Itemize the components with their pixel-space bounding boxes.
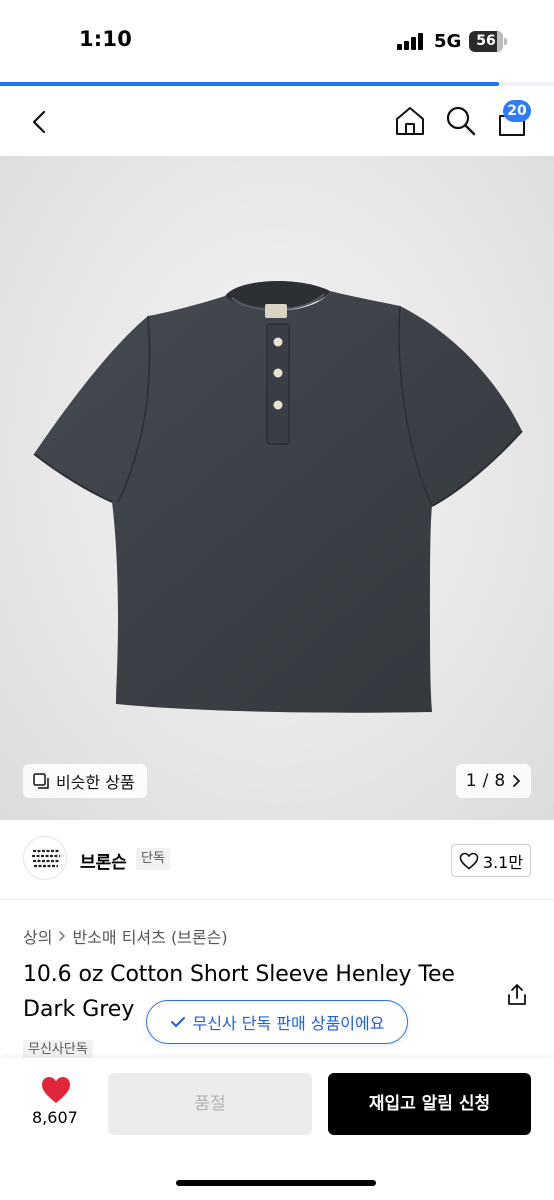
brand-logo-icon bbox=[32, 849, 60, 868]
search-button[interactable] bbox=[444, 104, 478, 138]
product-color: Dark Grey bbox=[23, 997, 135, 1022]
top-nav bbox=[0, 86, 554, 156]
chevron-right-icon bbox=[59, 931, 66, 941]
soldout-button: 품절 bbox=[108, 1073, 312, 1135]
back-button[interactable] bbox=[24, 106, 56, 138]
signal-icon bbox=[397, 33, 427, 50]
breadcrumb-category[interactable]: 상의 bbox=[23, 924, 52, 948]
chevron-left-icon bbox=[32, 110, 46, 134]
breadcrumb-subcategory[interactable]: 반소매 티셔츠 (브론슨) bbox=[72, 924, 227, 948]
product-title: 10.6 oz Cotton Short Sleeve Henley Tee bbox=[23, 962, 455, 987]
product-image-gallery[interactable]: 비슷한 상품 1 / 8 bbox=[0, 156, 554, 820]
check-icon bbox=[170, 1017, 185, 1027]
home-button[interactable] bbox=[393, 104, 427, 138]
musinsa-exclusive-tag: 무신사단독 bbox=[23, 1040, 93, 1060]
bottom-action-bar: 8,607 품절 재입고 알림 신청 bbox=[0, 1058, 554, 1200]
status-bar: 1:10 5G 56 bbox=[0, 0, 554, 84]
battery-icon: 56 bbox=[469, 31, 507, 52]
brand-like-button[interactable]: 3.1만 bbox=[451, 844, 531, 877]
similar-products-button[interactable]: 비슷한 상품 bbox=[23, 764, 147, 798]
home-icon bbox=[396, 107, 424, 135]
status-time: 1:10 bbox=[79, 27, 133, 51]
brand-exclusive-tag: 단독 bbox=[136, 848, 170, 870]
heart-outline-icon bbox=[459, 852, 479, 870]
home-indicator bbox=[176, 1180, 376, 1186]
pager-separator: / bbox=[482, 771, 489, 791]
breadcrumb: 상의 반소매 티셔츠 (브론슨) bbox=[23, 924, 228, 948]
product-photo bbox=[33, 280, 523, 713]
cart-count-badge: 20 bbox=[503, 100, 531, 122]
pager-current: 1 bbox=[465, 771, 477, 791]
similar-products-label: 비슷한 상품 bbox=[56, 773, 135, 792]
restock-alert-button[interactable]: 재입고 알림 신청 bbox=[328, 1073, 531, 1135]
battery-level: 56 bbox=[476, 33, 496, 49]
pager-total: 8 bbox=[494, 771, 506, 791]
network-label: 5G bbox=[434, 31, 462, 52]
brand-like-count: 3.1만 bbox=[482, 852, 524, 872]
image-pager[interactable]: 1 / 8 bbox=[456, 764, 531, 798]
brand-row[interactable]: 브론슨 단독 3.1만 bbox=[0, 820, 554, 900]
product-like-count: 8,607 bbox=[32, 1108, 78, 1127]
share-icon bbox=[508, 984, 526, 1005]
exclusive-sale-tooltip: 무신사 단독 판매 상품이에요 bbox=[146, 1000, 408, 1044]
brand-name[interactable]: 브론슨 bbox=[80, 848, 127, 873]
chevron-right-icon bbox=[513, 775, 521, 787]
heart-filled-icon[interactable] bbox=[40, 1075, 72, 1105]
copy-icon bbox=[33, 772, 49, 789]
exclusive-sale-text: 무신사 단독 판매 상품이에요 bbox=[192, 1014, 385, 1033]
brand-logo[interactable] bbox=[23, 836, 67, 880]
share-button[interactable] bbox=[504, 982, 530, 1008]
search-icon bbox=[446, 106, 476, 136]
